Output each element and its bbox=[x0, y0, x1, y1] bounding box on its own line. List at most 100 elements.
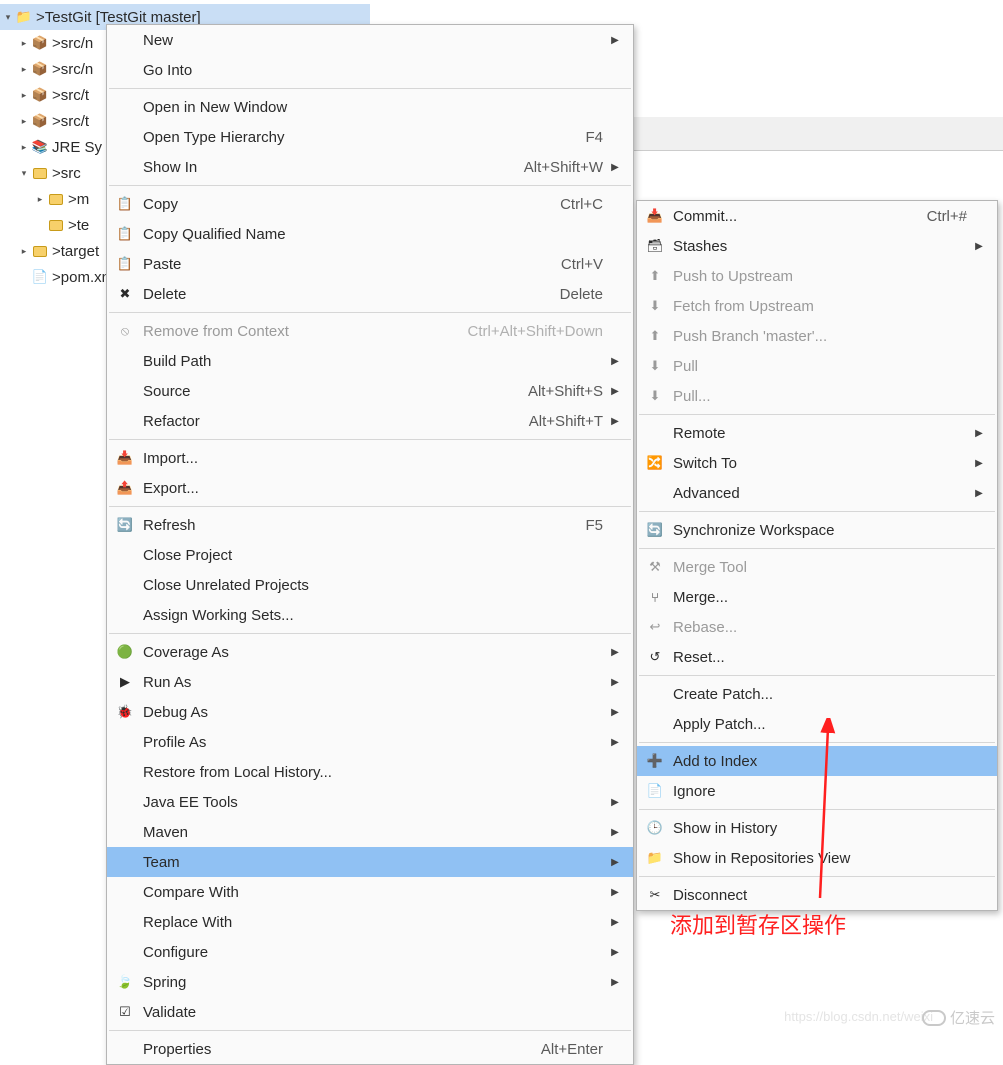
expand-arrow-icon[interactable]: ▾ bbox=[18, 167, 30, 179]
menu-item-icon: 📥 bbox=[643, 208, 667, 224]
ctx-refactor[interactable]: RefactorAlt+Shift+T▶ bbox=[107, 406, 633, 436]
menu-item-shortcut: Alt+Shift+T bbox=[529, 413, 609, 430]
menu-item-label: Pull... bbox=[667, 388, 967, 405]
ctx-open-type-hierarchy[interactable]: Open Type HierarchyF4 bbox=[107, 122, 633, 152]
menu-separator bbox=[109, 506, 631, 507]
menu-item-label: Debug As bbox=[137, 704, 603, 721]
ctx-java-ee-tools[interactable]: Java EE Tools▶ bbox=[107, 787, 633, 817]
ctx-go-into[interactable]: Go Into bbox=[107, 55, 633, 85]
tree-item-label: m bbox=[77, 191, 90, 208]
submenu-arrow-icon: ▶ bbox=[973, 488, 985, 499]
menu-separator bbox=[639, 511, 995, 512]
tree-item-label: src/t bbox=[61, 113, 89, 130]
menu-item-shortcut: Alt+Enter bbox=[541, 1041, 609, 1058]
team-merge[interactable]: ⑂Merge... bbox=[637, 582, 997, 612]
ctx-validate[interactable]: ☑Validate bbox=[107, 997, 633, 1027]
expand-arrow-icon[interactable]: ▸ bbox=[18, 141, 30, 153]
submenu-arrow-icon: ▶ bbox=[609, 857, 621, 868]
menu-separator bbox=[109, 185, 631, 186]
ctx-properties[interactable]: PropertiesAlt+Enter bbox=[107, 1034, 633, 1064]
submenu-arrow-icon: ▶ bbox=[609, 947, 621, 958]
expand-arrow-icon[interactable]: ▾ bbox=[2, 11, 14, 23]
menu-item-label: Delete bbox=[137, 286, 560, 303]
menu-item-icon: ⬇ bbox=[643, 358, 667, 374]
ctx-restore-from-local-history[interactable]: Restore from Local History... bbox=[107, 757, 633, 787]
menu-item-label: Build Path bbox=[137, 353, 603, 370]
ctx-coverage-as[interactable]: 🟢Coverage As▶ bbox=[107, 637, 633, 667]
menu-separator bbox=[639, 675, 995, 676]
expand-arrow-icon[interactable]: ▸ bbox=[18, 37, 30, 49]
menu-item-label: Open in New Window bbox=[137, 99, 603, 116]
cloud-icon bbox=[922, 1010, 946, 1026]
ctx-paste[interactable]: 📋PasteCtrl+V bbox=[107, 249, 633, 279]
menu-item-label: Spring bbox=[137, 974, 603, 991]
menu-item-label: Java EE Tools bbox=[137, 794, 603, 811]
ctx-close-project[interactable]: Close Project bbox=[107, 540, 633, 570]
team-merge-tool: ⚒Merge Tool bbox=[637, 552, 997, 582]
menu-item-label: Merge... bbox=[667, 589, 967, 606]
ctx-copy[interactable]: 📋CopyCtrl+C bbox=[107, 189, 633, 219]
ctx-copy-qualified-name[interactable]: 📋Copy Qualified Name bbox=[107, 219, 633, 249]
submenu-arrow-icon: ▶ bbox=[609, 827, 621, 838]
tree-item-label: TestGit [TestGit master] bbox=[45, 9, 201, 26]
team-advanced[interactable]: Advanced▶ bbox=[637, 478, 997, 508]
menu-item-label: Rebase... bbox=[667, 619, 967, 636]
ctx-build-path[interactable]: Build Path▶ bbox=[107, 346, 633, 376]
ctx-run-as[interactable]: ▶Run As▶ bbox=[107, 667, 633, 697]
ctx-maven[interactable]: Maven▶ bbox=[107, 817, 633, 847]
expand-arrow-icon[interactable]: ▸ bbox=[18, 89, 30, 101]
menu-item-icon: ✂ bbox=[643, 887, 667, 903]
menu-item-label: Run As bbox=[137, 674, 603, 691]
tree-item-label: src/n bbox=[61, 61, 94, 78]
ctx-source[interactable]: SourceAlt+Shift+S▶ bbox=[107, 376, 633, 406]
team-stashes[interactable]: 🗃Stashes▶ bbox=[637, 231, 997, 261]
ctx-show-in[interactable]: Show InAlt+Shift+W▶ bbox=[107, 152, 633, 182]
ctx-close-unrelated-projects[interactable]: Close Unrelated Projects bbox=[107, 570, 633, 600]
ctx-replace-with[interactable]: Replace With▶ bbox=[107, 907, 633, 937]
menu-item-shortcut: Ctrl+C bbox=[560, 196, 609, 213]
team-switch-to[interactable]: 🔀Switch To▶ bbox=[637, 448, 997, 478]
ctx-configure[interactable]: Configure▶ bbox=[107, 937, 633, 967]
folder-icon bbox=[48, 217, 64, 233]
menu-item-label: Assign Working Sets... bbox=[137, 607, 603, 624]
team-create-patch[interactable]: Create Patch... bbox=[637, 679, 997, 709]
ctx-profile-as[interactable]: Profile As▶ bbox=[107, 727, 633, 757]
expand-arrow-icon[interactable] bbox=[18, 271, 30, 283]
ctx-assign-working-sets[interactable]: Assign Working Sets... bbox=[107, 600, 633, 630]
menu-separator bbox=[639, 548, 995, 549]
team-synchronize-workspace[interactable]: 🔄Synchronize Workspace bbox=[637, 515, 997, 545]
menu-item-label: Refactor bbox=[137, 413, 529, 430]
tree-item-label: te bbox=[77, 217, 90, 234]
ctx-refresh[interactable]: 🔄RefreshF5 bbox=[107, 510, 633, 540]
tree-item-label: src bbox=[61, 165, 81, 182]
ctx-debug-as[interactable]: 🐞Debug As▶ bbox=[107, 697, 633, 727]
submenu-arrow-icon: ▶ bbox=[609, 416, 621, 427]
team-commit[interactable]: 📥Commit...Ctrl+# bbox=[637, 201, 997, 231]
tree-item-label: src/n bbox=[61, 35, 94, 52]
team-reset[interactable]: ↺Reset... bbox=[637, 642, 997, 672]
menu-item-icon: ⬆ bbox=[643, 268, 667, 284]
ctx-open-in-new-window[interactable]: Open in New Window bbox=[107, 92, 633, 122]
expand-arrow-icon[interactable] bbox=[34, 219, 46, 231]
team-pull: ⬇Pull bbox=[637, 351, 997, 381]
menu-item-label: Commit... bbox=[667, 208, 927, 225]
ctx-new[interactable]: New▶ bbox=[107, 25, 633, 55]
ctx-export[interactable]: 📤Export... bbox=[107, 473, 633, 503]
ctx-team[interactable]: Team▶ bbox=[107, 847, 633, 877]
expand-arrow-icon[interactable]: ▸ bbox=[18, 115, 30, 127]
expand-arrow-icon[interactable]: ▸ bbox=[34, 193, 46, 205]
menu-separator bbox=[639, 414, 995, 415]
ctx-compare-with[interactable]: Compare With▶ bbox=[107, 877, 633, 907]
menu-item-label: Coverage As bbox=[137, 644, 603, 661]
menu-item-shortcut: Ctrl+Alt+Shift+Down bbox=[468, 323, 609, 340]
ctx-import[interactable]: 📥Import... bbox=[107, 443, 633, 473]
ctx-delete[interactable]: ✖DeleteDelete bbox=[107, 279, 633, 309]
annotation-arrow bbox=[680, 718, 880, 918]
menu-item-label: Refresh bbox=[137, 517, 585, 534]
expand-arrow-icon[interactable]: ▸ bbox=[18, 63, 30, 75]
ctx-spring[interactable]: 🍃Spring▶ bbox=[107, 967, 633, 997]
menu-item-icon: 📋 bbox=[113, 226, 137, 242]
menu-item-icon: 🕒 bbox=[643, 820, 667, 836]
expand-arrow-icon[interactable]: ▸ bbox=[18, 245, 30, 257]
team-remote[interactable]: Remote▶ bbox=[637, 418, 997, 448]
